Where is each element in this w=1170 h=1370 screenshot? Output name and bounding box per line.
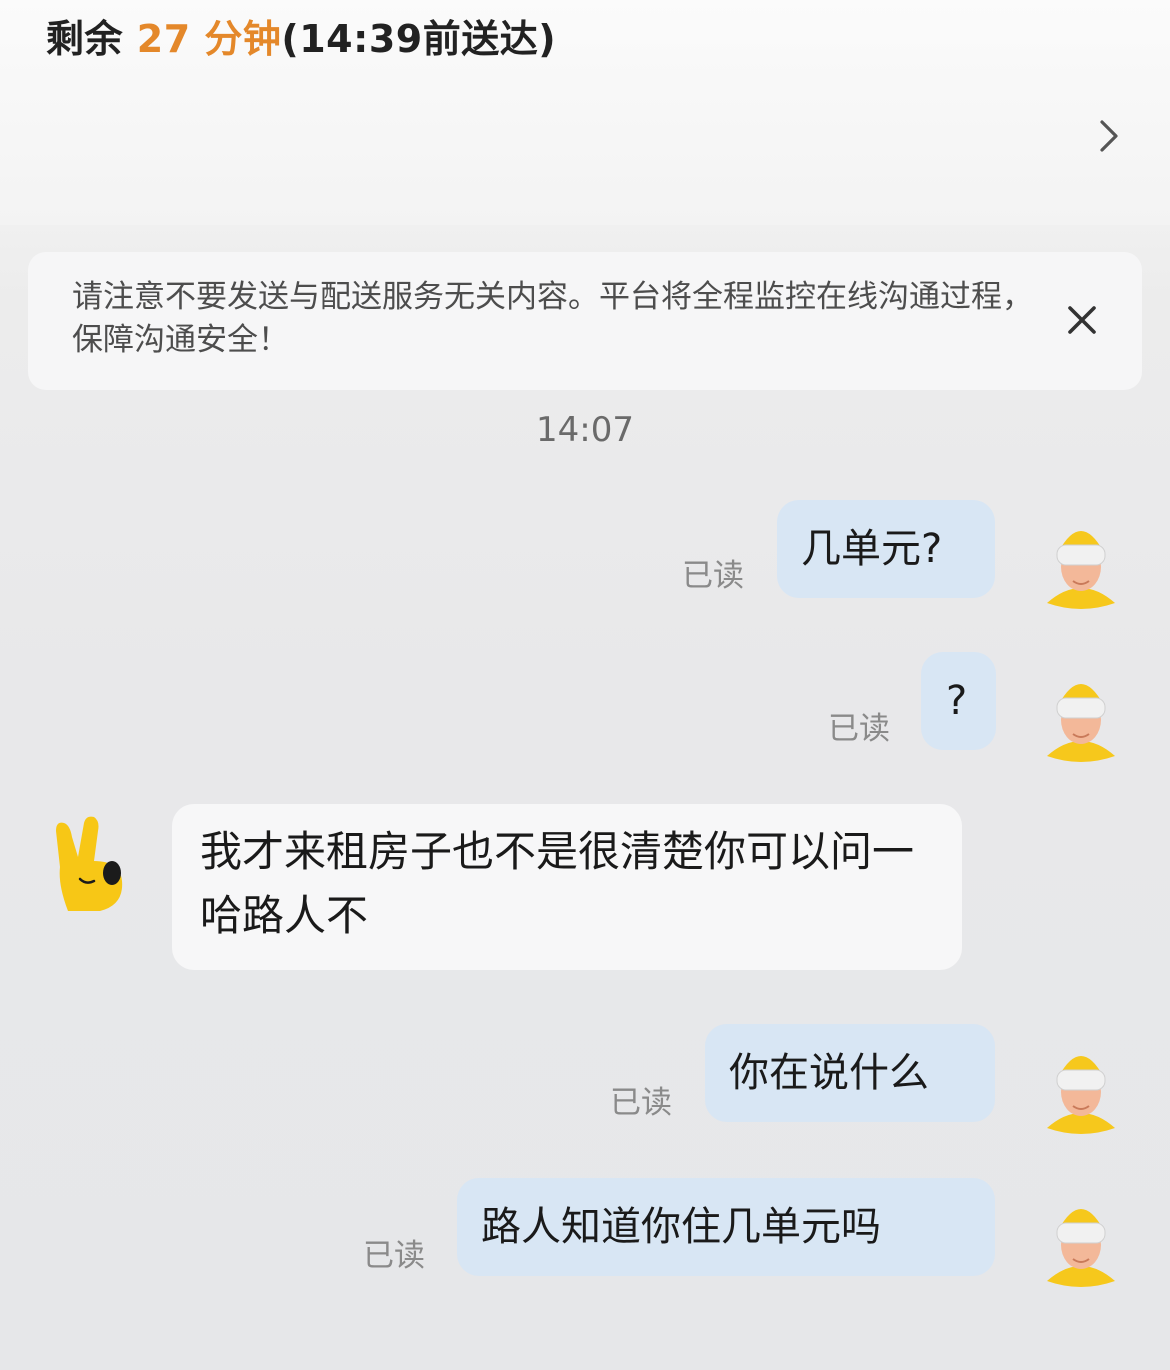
eta-deadline: (14:39前送达) bbox=[281, 17, 557, 61]
read-receipt: 已读 bbox=[828, 711, 890, 747]
rider-avatar-icon[interactable] bbox=[1043, 1040, 1119, 1136]
message-bubble-sent[interactable]: 几单元? bbox=[777, 500, 995, 598]
chat-timestamp: 14:07 bbox=[536, 410, 634, 450]
message-bubble-sent[interactable]: ? bbox=[921, 652, 996, 750]
safety-notice: 请注意不要发送与配送服务无关内容。平台将全程监控在线沟通过程，保障沟通安全！ bbox=[28, 252, 1142, 390]
eta-prefix: 剩余 bbox=[46, 17, 124, 61]
message-bubble-sent[interactable]: 你在说什么 bbox=[705, 1024, 995, 1122]
eta-minutes: 27 分钟 bbox=[136, 17, 282, 61]
rider-avatar-icon[interactable] bbox=[1043, 1193, 1119, 1289]
mascot-hand-icon[interactable] bbox=[50, 815, 128, 915]
notice-text: 请注意不要发送与配送服务无关内容。平台将全程监控在线沟通过程，保障沟通安全！ bbox=[72, 279, 1033, 358]
message-bubble-received[interactable]: 我才来租房子也不是很清楚你可以问一哈路人不 bbox=[172, 804, 962, 970]
delivery-eta: 剩余 27 分钟(14:39前送达) bbox=[46, 8, 557, 61]
chevron-right-icon[interactable] bbox=[1092, 116, 1126, 156]
rider-avatar-icon[interactable] bbox=[1043, 515, 1119, 611]
close-icon[interactable] bbox=[1064, 302, 1100, 338]
read-receipt: 已读 bbox=[363, 1238, 425, 1274]
read-receipt: 已读 bbox=[610, 1085, 672, 1121]
rider-avatar-icon[interactable] bbox=[1043, 668, 1119, 764]
read-receipt: 已读 bbox=[682, 558, 744, 594]
message-bubble-sent[interactable]: 路人知道你住几单元吗 bbox=[457, 1178, 995, 1276]
